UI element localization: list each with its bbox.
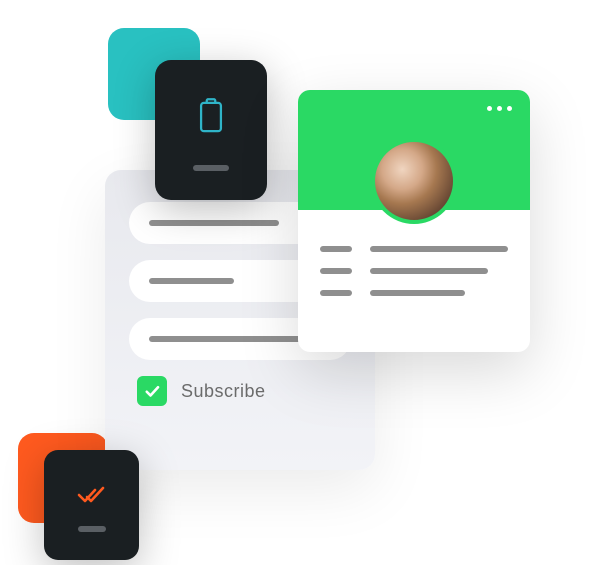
subscribe-checkbox[interactable] — [137, 376, 167, 406]
input-placeholder-line — [149, 278, 234, 284]
detail-label-line — [320, 290, 352, 296]
double-check-card[interactable] — [44, 450, 139, 560]
input-placeholder-line — [149, 220, 279, 226]
more-dots-icon — [487, 106, 492, 111]
more-menu-button[interactable] — [487, 106, 512, 111]
double-check-icon — [76, 484, 108, 506]
profile-card — [298, 90, 530, 352]
clipboard-card[interactable] — [155, 60, 267, 200]
card-label-placeholder — [193, 165, 229, 171]
detail-label-line — [320, 246, 352, 252]
profile-details — [320, 246, 508, 312]
card-label-placeholder — [78, 526, 106, 532]
clipboard-icon — [194, 97, 228, 137]
subscribe-label: Subscribe — [181, 381, 266, 402]
detail-value-line — [370, 268, 488, 274]
more-dots-icon — [507, 106, 512, 111]
detail-value-line — [370, 290, 465, 296]
check-icon — [143, 382, 161, 400]
detail-value-line — [370, 246, 508, 252]
subscribe-row: Subscribe — [129, 376, 351, 406]
illustration-canvas: Subscribe — [0, 0, 593, 565]
profile-header — [298, 90, 530, 210]
detail-label-line — [320, 268, 352, 274]
user-avatar[interactable] — [371, 138, 457, 224]
input-placeholder-line — [149, 336, 319, 342]
more-dots-icon — [497, 106, 502, 111]
profile-body — [298, 210, 530, 332]
